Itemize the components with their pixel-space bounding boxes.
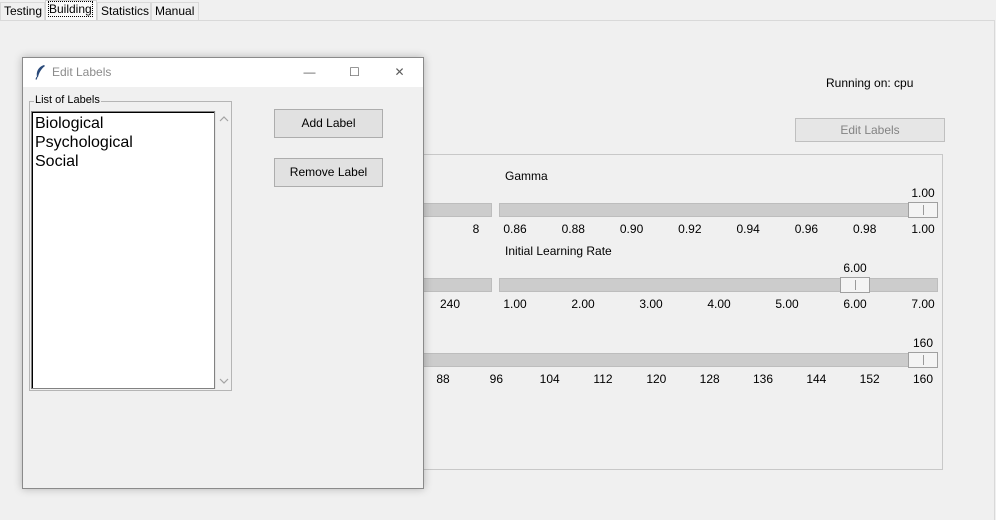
learning-rate-slider-thumb[interactable] [840, 277, 870, 293]
labels-listbox[interactable]: Biological Psychological Social [31, 111, 215, 389]
learning-rate-value: 6.00 [843, 261, 867, 275]
add-label-button[interactable]: Add Label [274, 109, 383, 138]
close-icon: ✕ [394, 65, 405, 79]
tick-label: 4.00 [707, 297, 731, 311]
feather-icon [33, 64, 47, 80]
list-item[interactable]: Psychological [35, 133, 133, 152]
list-item[interactable]: Biological [35, 114, 103, 133]
listbox-scrollbar[interactable] [215, 111, 231, 389]
close-button[interactable]: ✕ [377, 58, 422, 87]
third-slider[interactable] [423, 353, 938, 367]
gamma-label: Gamma [505, 169, 548, 183]
left-slider-trough[interactable] [423, 278, 492, 292]
tick-label: 3.00 [639, 297, 663, 311]
tick-label: 7.00 [911, 297, 935, 311]
tick-label: 0.88 [561, 222, 585, 236]
tick-label: 0.94 [736, 222, 760, 236]
device-status: Running on: cpu [826, 76, 914, 90]
minimize-button[interactable]: — [287, 58, 332, 87]
chevron-up-icon[interactable] [216, 111, 232, 127]
tick-label: 160 [912, 372, 934, 386]
tick-label: 0.90 [619, 222, 644, 236]
tick-label: 0.92 [678, 222, 702, 236]
chevron-down-icon[interactable] [216, 373, 232, 389]
gamma-slider-thumb[interactable] [908, 202, 938, 218]
tick-label: 112 [593, 372, 613, 386]
left-slider-trough[interactable] [423, 203, 492, 217]
tab-label: Statistics [101, 4, 150, 18]
tick-label: 96 [489, 372, 504, 386]
tab-label: Building [48, 1, 93, 17]
tick-label: 240 [439, 297, 461, 311]
third-slider-thumb[interactable] [908, 352, 938, 368]
tab-statistics[interactable]: Statistics [97, 2, 151, 20]
tick-label: 0.98 [853, 222, 877, 236]
tick-label: 6.00 [843, 297, 867, 311]
tick-label: 88 [436, 372, 450, 386]
tick-label: 5.00 [775, 297, 799, 311]
tab-testing[interactable]: Testing [0, 2, 45, 20]
tick-label: 1.00 [911, 222, 935, 236]
tab-label: Manual [155, 4, 195, 18]
tab-label: Testing [4, 4, 43, 18]
gamma-value: 1.00 [911, 186, 935, 200]
tick-label: 144 [806, 372, 827, 386]
gamma-slider[interactable] [499, 203, 938, 217]
tick-label: 0.96 [794, 222, 819, 236]
tick-label: 104 [539, 372, 560, 386]
labels-frame-title: List of Labels [34, 94, 101, 107]
tick-label: 120 [646, 372, 667, 386]
tick-label: 152 [859, 372, 880, 386]
tick-label: 8 [472, 222, 480, 236]
tick-label: 128 [699, 372, 720, 386]
tab-bar: Testing Building Statistics Manual [0, 0, 996, 20]
tick-label: 136 [752, 372, 774, 386]
tab-building[interactable]: Building [45, 0, 97, 20]
tab-manual[interactable]: Manual [151, 2, 199, 20]
learning-rate-label: Initial Learning Rate [505, 244, 612, 258]
list-item[interactable]: Social [35, 152, 79, 171]
remove-label-button[interactable]: Remove Label [274, 158, 383, 187]
dialog-title: Edit Labels [52, 65, 112, 79]
minimize-icon: — [303, 65, 316, 79]
tick-label: 2.00 [571, 297, 595, 311]
edit-labels-dialog: Edit Labels — ☐ ✕ List of Labels Biologi… [22, 57, 424, 489]
edit-labels-button[interactable]: Edit Labels [795, 118, 945, 142]
parameters-group [420, 154, 943, 470]
learning-rate-slider[interactable] [499, 278, 938, 292]
maximize-icon: ☐ [349, 65, 360, 79]
maximize-button[interactable]: ☐ [332, 58, 377, 87]
tick-label: 1.00 [503, 297, 527, 311]
dialog-titlebar[interactable]: Edit Labels — ☐ ✕ [23, 58, 423, 87]
third-slider-value: 160 [912, 336, 934, 350]
tick-label: 0.86 [503, 222, 527, 236]
